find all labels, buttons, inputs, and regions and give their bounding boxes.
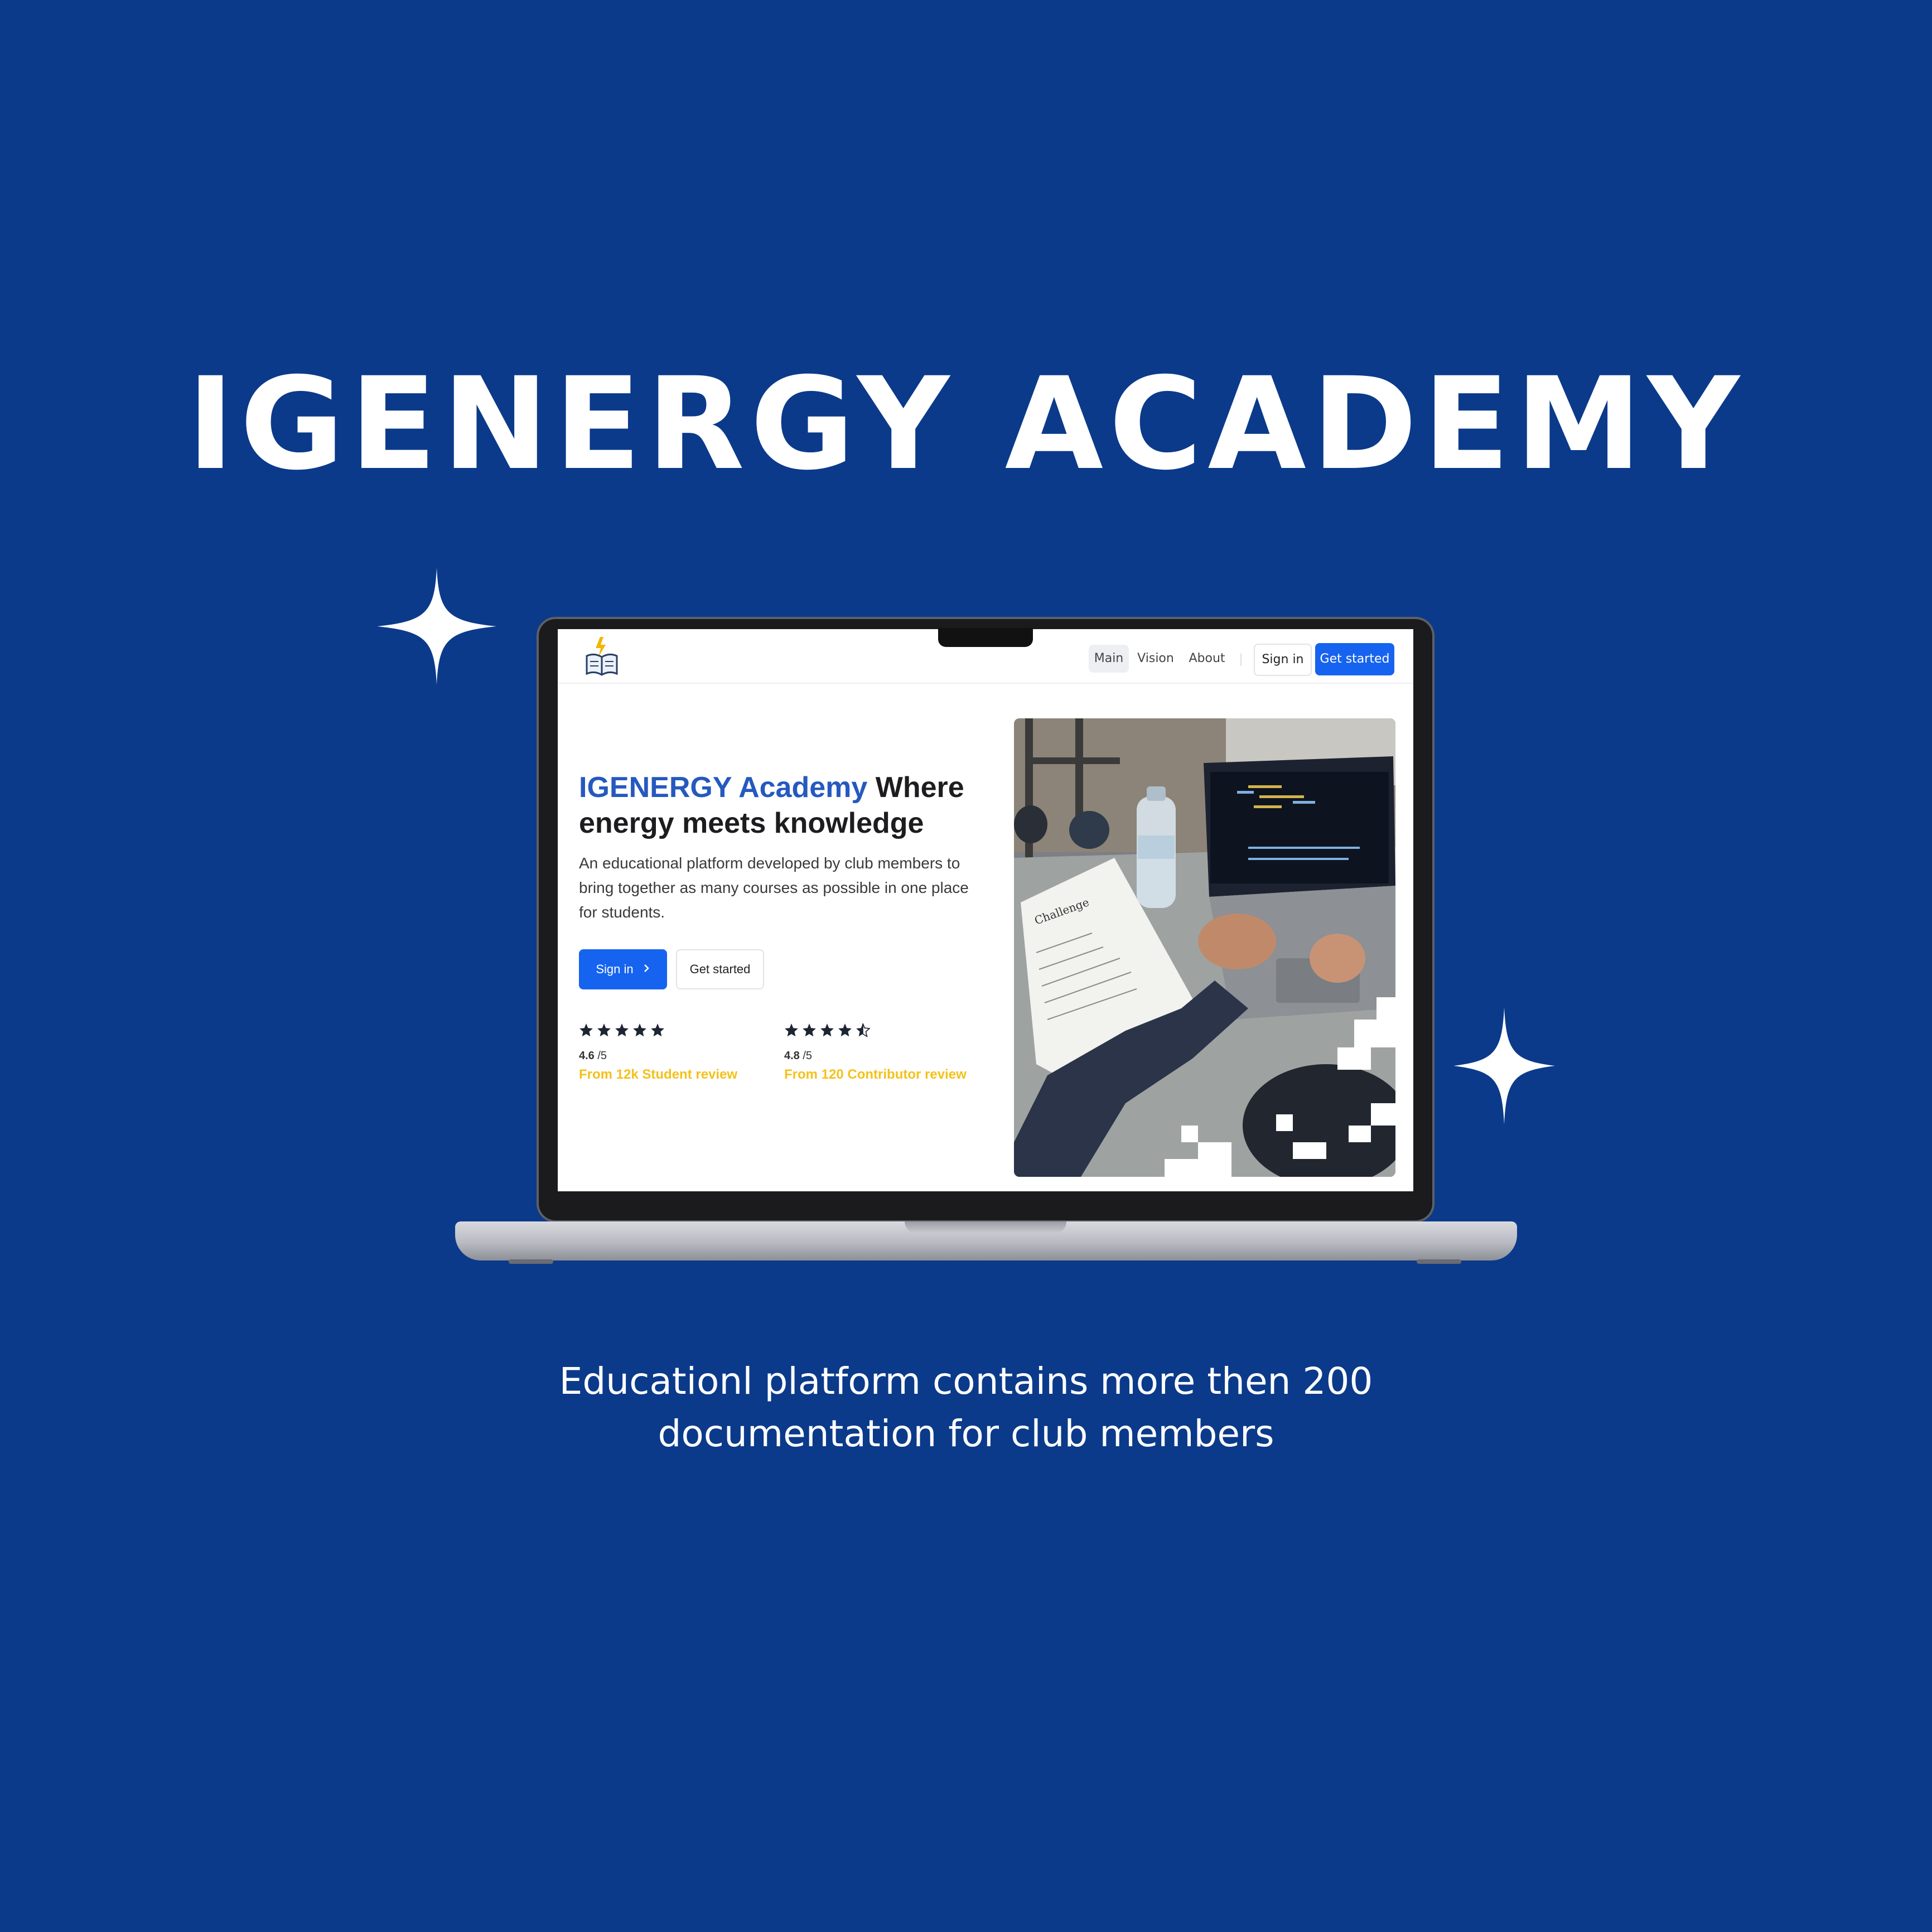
rating-review-count: From 120 Contributor review — [784, 1067, 967, 1082]
star-icon — [803, 1023, 816, 1037]
laptop-foot-left — [509, 1259, 553, 1264]
hero-description: An educational platform developed by clu… — [579, 854, 969, 921]
star-half-icon — [856, 1023, 870, 1037]
page-headline: IGENERGY ACADEMY — [187, 350, 1745, 498]
caption-line-1: Educationl platform contains more then 2… — [559, 1360, 1373, 1403]
laptop-notch — [938, 628, 1033, 647]
star-icon — [633, 1023, 646, 1037]
star-icon — [838, 1023, 852, 1037]
laptop-trackpad-lip — [905, 1221, 1066, 1234]
hero-signin-button[interactable]: Sign in — [579, 949, 667, 989]
sparkle-icon-left — [377, 568, 496, 685]
rating-contributors: 4.8 /5 From 120 Contributor review — [784, 1023, 974, 1083]
hero-get-started-button[interactable]: Get started — [676, 949, 764, 989]
star-icon — [579, 1023, 593, 1037]
nav-item-main[interactable]: Main — [1089, 645, 1129, 673]
hero-signin-label: Sign in — [596, 962, 634, 976]
rating-review-count: From 12k Student review — [579, 1067, 738, 1082]
star-icon — [651, 1023, 664, 1037]
star-rating — [579, 1023, 769, 1037]
hero-title: IGENERGY Academy Where energy meets know… — [579, 770, 1003, 841]
hero-brand: IGENERGY Academy — [579, 771, 868, 804]
star-icon — [597, 1023, 611, 1037]
chevron-right-icon — [643, 962, 650, 977]
rating-score: 4.6 /5 — [579, 1050, 607, 1062]
sparkle-icon-right — [1453, 1007, 1555, 1124]
laptop-screen: Main Vision About Sign in Get started IG… — [558, 629, 1413, 1191]
rating-students: 4.6 /5 From 12k Student review — [579, 1023, 769, 1083]
nav-item-about[interactable]: About — [1184, 645, 1230, 673]
hero-photo: Challenge — [1014, 718, 1395, 1177]
star-icon — [615, 1023, 629, 1037]
caption-line-2: documentation for club members — [658, 1412, 1274, 1455]
laptop-foot-right — [1417, 1259, 1461, 1264]
star-rating — [784, 1023, 974, 1037]
nav-divider — [1240, 654, 1242, 666]
book-lightning-icon[interactable] — [583, 636, 620, 677]
star-icon — [785, 1023, 798, 1037]
rating-score: 4.8 /5 — [784, 1050, 813, 1062]
nav-get-started-button[interactable]: Get started — [1315, 643, 1394, 675]
page-caption: Educationl platform contains more then 2… — [520, 1355, 1412, 1460]
star-icon — [820, 1023, 834, 1037]
nav-signin-button[interactable]: Sign in — [1254, 644, 1312, 676]
nav-item-vision[interactable]: Vision — [1134, 645, 1177, 673]
